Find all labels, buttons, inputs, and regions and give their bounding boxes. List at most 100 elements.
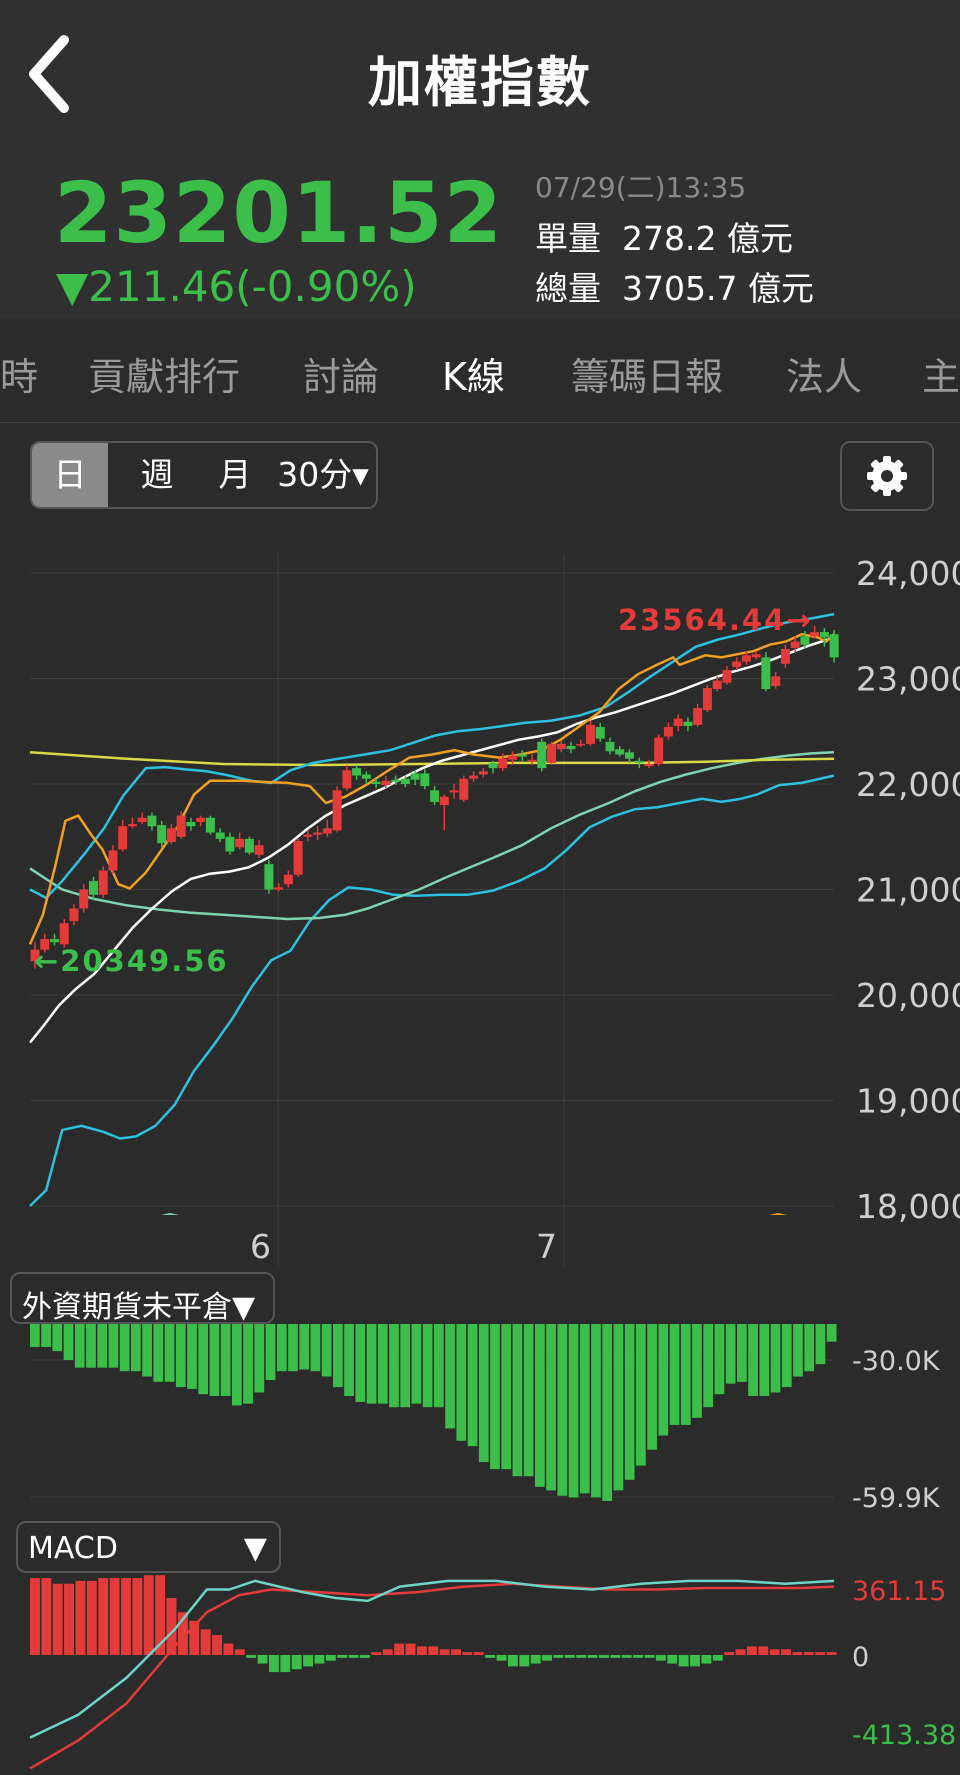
- macd-histogram-bar: [280, 1655, 291, 1673]
- futures-bar: [759, 1324, 770, 1396]
- candle-body: [673, 718, 683, 726]
- macd-histogram-bar: [337, 1655, 348, 1658]
- macd-histogram-bar: [143, 1575, 154, 1655]
- macd-dropdown[interactable]: MACD ▼: [16, 1521, 281, 1573]
- macd-histogram-bar: [200, 1629, 211, 1655]
- macd-histogram-bar: [519, 1655, 530, 1667]
- tab-chip-daily[interactable]: 籌碼日報: [571, 346, 723, 401]
- futures-bar: [770, 1324, 781, 1393]
- macd-histogram-bar: [212, 1635, 222, 1655]
- futures-bar: [512, 1324, 523, 1477]
- candle-body: [264, 864, 274, 890]
- futures-bar: [467, 1324, 478, 1447]
- futures-bar: [591, 1324, 601, 1498]
- candle-body: [537, 741, 547, 769]
- futures-bar: [97, 1324, 108, 1368]
- macd-histogram-bar: [234, 1649, 245, 1655]
- macd-histogram-bar: [451, 1649, 461, 1655]
- tab-contribution-rank[interactable]: 貢獻排行: [88, 346, 240, 401]
- macd-histogram-bar: [564, 1655, 575, 1658]
- futures-bar: [411, 1324, 422, 1404]
- macd-histogram-bar: [667, 1655, 678, 1664]
- futures-bar: [175, 1324, 186, 1388]
- futures-bar: [579, 1324, 590, 1494]
- macd-histogram-bar: [621, 1655, 632, 1658]
- tab-kline[interactable]: K線: [442, 346, 505, 401]
- macd-histogram-bar: [416, 1646, 427, 1655]
- macd-histogram-bar: [291, 1655, 302, 1670]
- macd-histogram-bar: [41, 1578, 52, 1655]
- futures-bar: [254, 1324, 265, 1393]
- period-day-button[interactable]: 日: [32, 443, 108, 507]
- candle-body: [741, 655, 751, 662]
- futures-tick-label: -30.0K: [852, 1346, 941, 1377]
- candle-body: [137, 817, 147, 822]
- macd-histogram-bar: [64, 1583, 75, 1655]
- header-bar: 加權指數: [0, 0, 960, 150]
- tab-institutional[interactable]: 法人: [786, 346, 862, 401]
- total-volume-value: 3705.7 億元: [621, 269, 814, 308]
- candle-body: [517, 754, 527, 757]
- macd-histogram-bar: [314, 1655, 325, 1664]
- futures-bar: [826, 1324, 837, 1342]
- candle-body: [693, 708, 703, 725]
- kline-chart[interactable]: 24,000 23,000 22,000 21,000 20,000 19,000 18,0…: [0, 540, 960, 1270]
- candle-body: [205, 817, 215, 833]
- macd-histogram-bar: [371, 1652, 382, 1655]
- period-30min-dropdown[interactable]: 30分▾: [270, 443, 376, 507]
- macd-histogram-bar: [746, 1646, 757, 1655]
- y-tick-label: 19,000: [856, 1082, 960, 1121]
- futures-bar: [366, 1324, 377, 1404]
- candle-body: [761, 657, 771, 690]
- period-high-label: 23564.44→: [618, 603, 813, 637]
- futures-bar: [804, 1324, 815, 1372]
- futures-bar: [209, 1324, 220, 1396]
- y-tick-label: 21,000: [856, 871, 960, 910]
- futures-bar: [793, 1324, 803, 1377]
- sell-signal-marker: [769, 1213, 787, 1215]
- macd-histogram-bar: [781, 1649, 791, 1655]
- macd-histogram-bar: [405, 1643, 416, 1655]
- y-tick-label: 20,000: [856, 976, 960, 1015]
- candle-body: [800, 636, 810, 645]
- macd-histogram-bar: [507, 1655, 518, 1667]
- macd-histogram-bar: [109, 1578, 120, 1655]
- futures-bar: [276, 1324, 287, 1372]
- y-tick-label: 23,000: [856, 660, 960, 699]
- macd-histogram-bar: [86, 1580, 97, 1655]
- tab-discussion[interactable]: 討論: [303, 346, 379, 401]
- tab-main[interactable]: 主: [922, 346, 960, 401]
- candle-body: [157, 825, 167, 844]
- settings-button[interactable]: [840, 441, 934, 511]
- unit-volume-value: 278.2 億元: [621, 219, 793, 258]
- candle-body: [303, 834, 313, 837]
- period-week-button[interactable]: 週: [132, 443, 182, 507]
- futures-bar: [310, 1324, 321, 1372]
- futures-bar: [456, 1324, 467, 1441]
- foreign-futures-dropdown[interactable]: 外資期貨未平倉▼: [10, 1272, 275, 1325]
- futures-bar: [288, 1324, 298, 1372]
- macd-histogram-bar: [473, 1652, 484, 1655]
- macd-histogram-bar: [735, 1649, 746, 1655]
- futures-bar: [434, 1324, 444, 1408]
- candle-body: [585, 724, 595, 744]
- macd-histogram-bar: [462, 1652, 473, 1655]
- candle-body: [127, 824, 137, 827]
- tab-realtime[interactable]: 時: [0, 346, 38, 401]
- candle-body: [732, 661, 742, 667]
- candle-body: [722, 670, 732, 683]
- macd-label: MACD: [28, 1531, 118, 1566]
- macd-histogram-bar: [75, 1580, 86, 1655]
- candle-body: [634, 760, 644, 763]
- candle-body: [605, 741, 615, 752]
- candle-body: [371, 781, 381, 784]
- price-change: ▼211.46(-0.90%): [56, 262, 417, 311]
- candle-body: [166, 828, 176, 843]
- futures-bar: [636, 1324, 646, 1466]
- macd-histogram-bar: [701, 1655, 712, 1664]
- futures-bar: [108, 1324, 119, 1368]
- futures-bar: [131, 1324, 141, 1372]
- candle-body: [527, 759, 537, 762]
- page-title: 加權指數: [368, 51, 592, 114]
- period-month-button[interactable]: 月: [210, 443, 260, 507]
